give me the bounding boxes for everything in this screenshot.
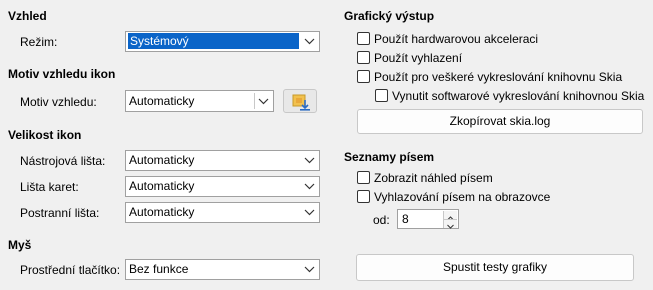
chevron-up-icon[interactable] (443, 211, 457, 221)
sidebar-size-value: Automaticky (129, 205, 195, 219)
font-preview-checkbox[interactable] (357, 171, 370, 184)
toolbar-size-select[interactable]: Automaticky (125, 150, 320, 171)
from-size-spinbox[interactable]: 8 (397, 209, 459, 229)
font-preview-label: Zobrazit náhled písem (374, 171, 493, 185)
copy-skia-log-button[interactable]: Zkopírovat skia.log (357, 109, 643, 134)
add-icon-theme-button[interactable] (283, 89, 317, 113)
chevron-down-icon[interactable] (254, 93, 272, 109)
tabbar-size-label: Lišta karet: (20, 180, 79, 194)
sidebar-size-label: Postranní lišta: (20, 206, 100, 220)
from-size-value: 8 (402, 212, 409, 226)
antialias-label: Použít vyhlazení (374, 51, 463, 65)
toolbar-size-value: Automaticky (129, 153, 195, 167)
middle-button-select[interactable]: Bez funkce (125, 259, 320, 280)
section-title-icon-theme: Motiv vzhledu ikon (8, 67, 116, 81)
mode-select-value: Systémový (128, 33, 299, 49)
antialias-checkbox[interactable] (357, 51, 370, 64)
middle-button-label: Prostřední tlačítko: (20, 263, 121, 277)
section-title-mouse: Myš (8, 238, 32, 252)
icon-theme-label: Motiv vzhledu: (20, 95, 97, 109)
chevron-down-icon[interactable] (301, 204, 318, 220)
section-title-icon-size: Velikost ikon (8, 128, 82, 142)
install-extension-icon (292, 94, 310, 111)
tabbar-size-select[interactable]: Automaticky (125, 176, 320, 197)
screen-font-aa-label: Vyhlazování písem na obrazovce (374, 190, 551, 204)
chevron-down-icon[interactable] (443, 219, 457, 229)
hw-accel-checkbox[interactable] (357, 32, 370, 45)
middle-button-value: Bez funkce (129, 262, 189, 276)
section-title-appearance: Vzhled (8, 9, 47, 23)
skia-all-checkbox[interactable] (357, 70, 370, 83)
skia-software-label: Vynutit softwarové vykreslování knihovno… (392, 89, 645, 103)
skia-all-label: Použít pro veškeré vykreslování knihovnu… (374, 70, 623, 84)
from-label: od: (373, 213, 390, 227)
icon-theme-select[interactable]: Automaticky (125, 90, 274, 112)
mode-select[interactable]: Systémový (125, 31, 320, 52)
tabbar-size-value: Automaticky (129, 179, 195, 193)
mode-label: Režim: (20, 35, 58, 49)
chevron-down-icon[interactable] (301, 152, 318, 168)
screen-font-aa-checkbox[interactable] (357, 190, 370, 203)
section-title-graphics-output: Grafický výstup (344, 9, 435, 23)
skia-software-checkbox[interactable] (375, 89, 388, 102)
run-graphics-tests-button[interactable]: Spustit testy grafiky (356, 254, 634, 281)
toolbar-size-label: Nástrojová lišta: (20, 154, 106, 168)
chevron-down-icon[interactable] (301, 261, 318, 277)
chevron-down-icon[interactable] (301, 178, 318, 194)
chevron-down-icon[interactable] (301, 33, 318, 49)
sidebar-size-select[interactable]: Automaticky (125, 202, 320, 223)
section-title-font-lists: Seznamy písem (344, 150, 435, 164)
hw-accel-label: Použít hardwarovou akceleraci (374, 32, 539, 46)
icon-theme-select-value: Automaticky (129, 94, 195, 108)
